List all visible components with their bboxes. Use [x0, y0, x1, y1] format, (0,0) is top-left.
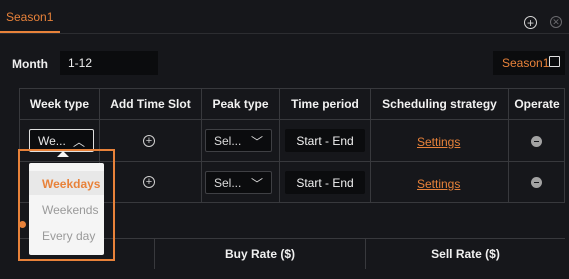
add-time-slot-icon[interactable]: + [143, 135, 155, 147]
peak-type-select[interactable]: Sel... ﹀ [205, 171, 272, 194]
week-type-value: We... [38, 134, 66, 148]
settings-link-label: Settings [417, 177, 461, 191]
peak-type-select[interactable]: Sel... ﹀ [205, 129, 272, 152]
settings-link[interactable]: Settings [417, 175, 460, 193]
highlight-box [18, 149, 115, 261]
col-peak-type: Peak type [212, 97, 269, 111]
edit-icon [549, 56, 560, 67]
add-time-slot-icon[interactable]: + [143, 176, 155, 188]
col-week-type: Week type [29, 97, 90, 111]
col-operate: Operate [514, 97, 560, 111]
col-add-time-slot: Add Time Slot [110, 97, 191, 111]
table-row-divider [19, 119, 565, 120]
header-divider [0, 33, 569, 34]
remove-row-icon[interactable] [531, 136, 542, 147]
settings-link-label: Settings [417, 135, 461, 149]
settings-link[interactable]: Settings [417, 133, 460, 151]
time-period-field[interactable]: Start - End [285, 171, 365, 194]
time-period-field[interactable]: Start - End [285, 129, 365, 152]
chevron-up-icon: ︿ [72, 135, 85, 149]
season-edit-label: Season1 [502, 56, 550, 70]
add-season-icon[interactable]: + [524, 16, 537, 29]
col-buy-rate: Buy Rate ($) [224, 247, 295, 261]
season-edit-button[interactable]: Season1 [493, 51, 565, 75]
month-label: Month [12, 57, 48, 71]
peak-type-value: Sel... [214, 176, 242, 190]
chevron-down-icon: ﹀ [250, 135, 263, 149]
month-field[interactable]: 1-12 [60, 51, 158, 75]
col-time-period: Time period [291, 97, 359, 111]
col-sell-rate: Sell Rate ($) [431, 247, 500, 261]
tab-season1[interactable]: Season1 [6, 10, 53, 24]
peak-type-value: Sel... [214, 134, 242, 148]
col-scheduling-strategy: Scheduling strategy [382, 97, 497, 111]
remove-row-icon[interactable] [531, 177, 542, 188]
close-icon[interactable]: ✕ [550, 16, 562, 28]
chevron-down-icon: ﹀ [250, 177, 263, 191]
